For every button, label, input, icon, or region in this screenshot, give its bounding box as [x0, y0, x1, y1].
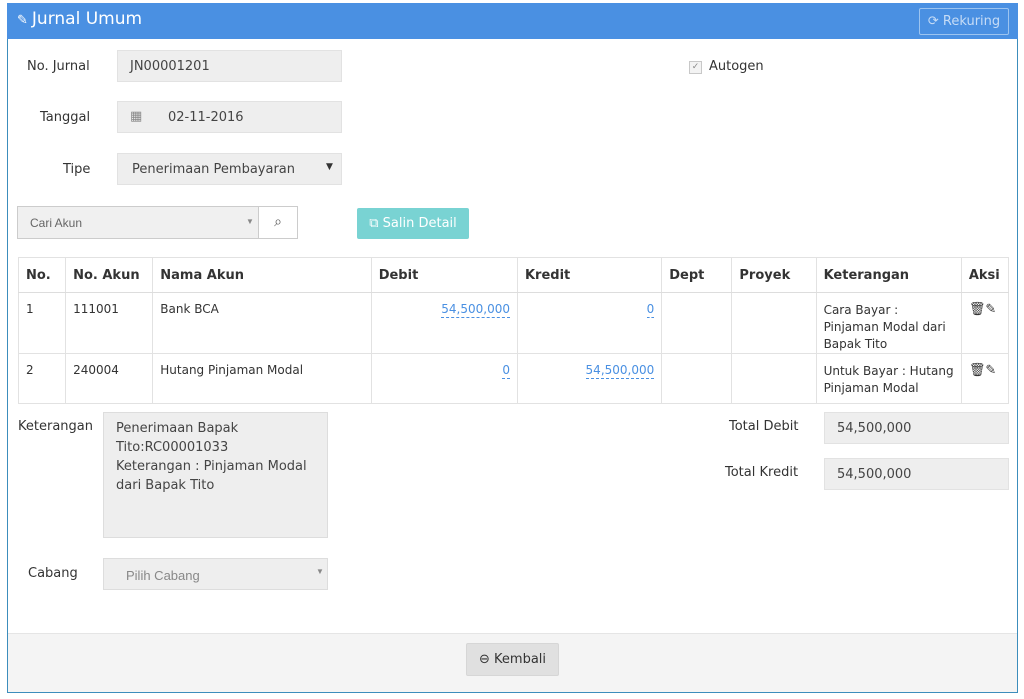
cell-keterangan: Untuk Bayar : Hutang Pinjaman Modal [815, 353, 962, 404]
chevron-down-icon: ▼ [326, 162, 333, 172]
journal-panel: ✎ Jurnal Umum ⟳ Rekuring No. Jurnal JN000… [7, 3, 1018, 693]
cari-akun-placeholder: Cari Akun [30, 216, 83, 230]
tipe-value: Penerimaan Pembayaran [132, 162, 296, 177]
autogen-checkbox[interactable]: ✓ [689, 61, 702, 74]
panel-header: ✎ Jurnal Umum ⟳ Rekuring [7, 3, 1018, 39]
cabang-select[interactable]: Pilih Cabang ▼ [103, 558, 328, 590]
cell-no-akun: 240004 [65, 353, 154, 404]
col-header-no: No. [17, 257, 67, 293]
page-title: ✎ Jurnal Umum [17, 9, 142, 29]
tipe-select[interactable]: Penerimaan Pembayaran ▼ [117, 153, 342, 185]
cabang-label: Cabang [28, 566, 78, 581]
no-jurnal-field[interactable]: JN00001201 [117, 50, 342, 82]
calendar-icon: ▦ [130, 109, 143, 124]
total-kredit-label: Total Kredit [725, 465, 799, 480]
col-header-kredit: Kredit [516, 257, 663, 293]
rekuring-button[interactable]: ⟳ Rekuring [919, 8, 1009, 35]
tipe-label: Tipe [63, 162, 91, 177]
refresh-icon: ⟳ [927, 14, 939, 29]
keterangan-label: Keterangan [18, 419, 93, 434]
chevron-down-icon: ▼ [246, 217, 254, 226]
no-jurnal-value: JN00001201 [130, 59, 210, 74]
search-icon: ⌕ [274, 214, 282, 230]
chevron-down-icon: ▼ [316, 567, 324, 576]
autogen-label: Autogen [709, 59, 764, 74]
panel-footer: ⊖ Kembali [8, 633, 1017, 692]
cell-nama-akun: Bank BCA [152, 292, 372, 354]
col-header-proyek: Proyek [731, 257, 817, 293]
cell-dept [661, 353, 733, 404]
cell-keterangan: Cara Bayar : Pinjaman Modal dari Bapak T… [815, 292, 962, 354]
journal-table: No. No. Akun Nama Akun Debit Kredit Dept… [17, 257, 1010, 404]
col-header-aksi: Aksi [960, 257, 1010, 293]
search-button[interactable]: ⌕ [258, 206, 298, 239]
pencil-icon[interactable]: ✎ [985, 363, 996, 378]
copy-icon: ⧉ [369, 216, 379, 231]
trash-icon[interactable]: 🗑 [969, 302, 986, 317]
col-header-keterangan: Keterangan [815, 257, 962, 293]
total-kredit-field[interactable]: 54,500,000 [824, 458, 1009, 490]
col-header-no-akun: No. Akun [65, 257, 154, 293]
rekuring-label: Rekuring [942, 14, 1001, 29]
table-header-row: No. No. Akun Nama Akun Debit Kredit Dept… [17, 257, 1010, 293]
trash-icon[interactable]: 🗑 [969, 363, 986, 378]
cell-kredit: 0 [516, 292, 663, 354]
debit-editable[interactable]: 0 [502, 363, 510, 379]
cell-aksi: 🗑✎ [960, 353, 1010, 404]
tanggal-label: Tanggal [40, 110, 91, 125]
cell-proyek [731, 353, 817, 404]
table-row: 1 111001 Bank BCA 54,500,000 0 Cara Baya… [17, 292, 1010, 354]
total-debit-field[interactable]: 54,500,000 [824, 412, 1009, 444]
pencil-icon[interactable]: ✎ [985, 302, 996, 317]
col-header-nama-akun: Nama Akun [152, 257, 372, 293]
tanggal-field[interactable]: ▦ 02-11-2016 [117, 101, 342, 133]
kredit-editable[interactable]: 0 [646, 302, 655, 318]
cell-kredit: 54,500,000 [516, 353, 663, 404]
total-debit-label: Total Debit [729, 419, 799, 434]
cell-proyek [731, 292, 817, 354]
cell-dept [661, 292, 733, 354]
cell-debit: 54,500,000 [370, 292, 518, 354]
cabang-placeholder: Pilih Cabang [126, 568, 200, 583]
kredit-editable[interactable]: 54,500,000 [585, 363, 655, 379]
table-row: 2 240004 Hutang Pinjaman Modal 0 54,500,… [17, 353, 1010, 404]
kembali-label: Kembali [494, 652, 547, 667]
no-jurnal-label: No. Jurnal [27, 59, 90, 74]
cari-akun-select[interactable]: Cari Akun ▼ [17, 206, 259, 239]
total-kredit-value: 54,500,000 [837, 467, 912, 482]
col-header-debit: Debit [370, 257, 518, 293]
cell-no: 1 [17, 292, 67, 354]
page-title-text: Jurnal Umum [31, 9, 143, 29]
cell-no: 2 [17, 353, 67, 404]
total-debit-value: 54,500,000 [837, 421, 912, 436]
col-header-dept: Dept [661, 257, 733, 293]
salin-detail-label: Salin Detail [382, 216, 457, 231]
edit-icon: ✎ [17, 13, 28, 28]
keterangan-textarea[interactable]: Penerimaan Bapak Tito:RC00001033 Keteran… [103, 412, 328, 538]
kembali-button[interactable]: ⊖ Kembali [466, 643, 559, 676]
cell-no-akun: 111001 [65, 292, 154, 354]
debit-editable[interactable]: 54,500,000 [441, 302, 510, 318]
back-arrow-icon: ⊖ [478, 652, 490, 667]
salin-detail-button[interactable]: ⧉ Salin Detail [357, 208, 469, 239]
tanggal-value: 02-11-2016 [168, 110, 244, 125]
cell-nama-akun: Hutang Pinjaman Modal [152, 353, 372, 404]
cell-debit: 0 [370, 353, 518, 404]
cell-aksi: 🗑✎ [960, 292, 1010, 354]
